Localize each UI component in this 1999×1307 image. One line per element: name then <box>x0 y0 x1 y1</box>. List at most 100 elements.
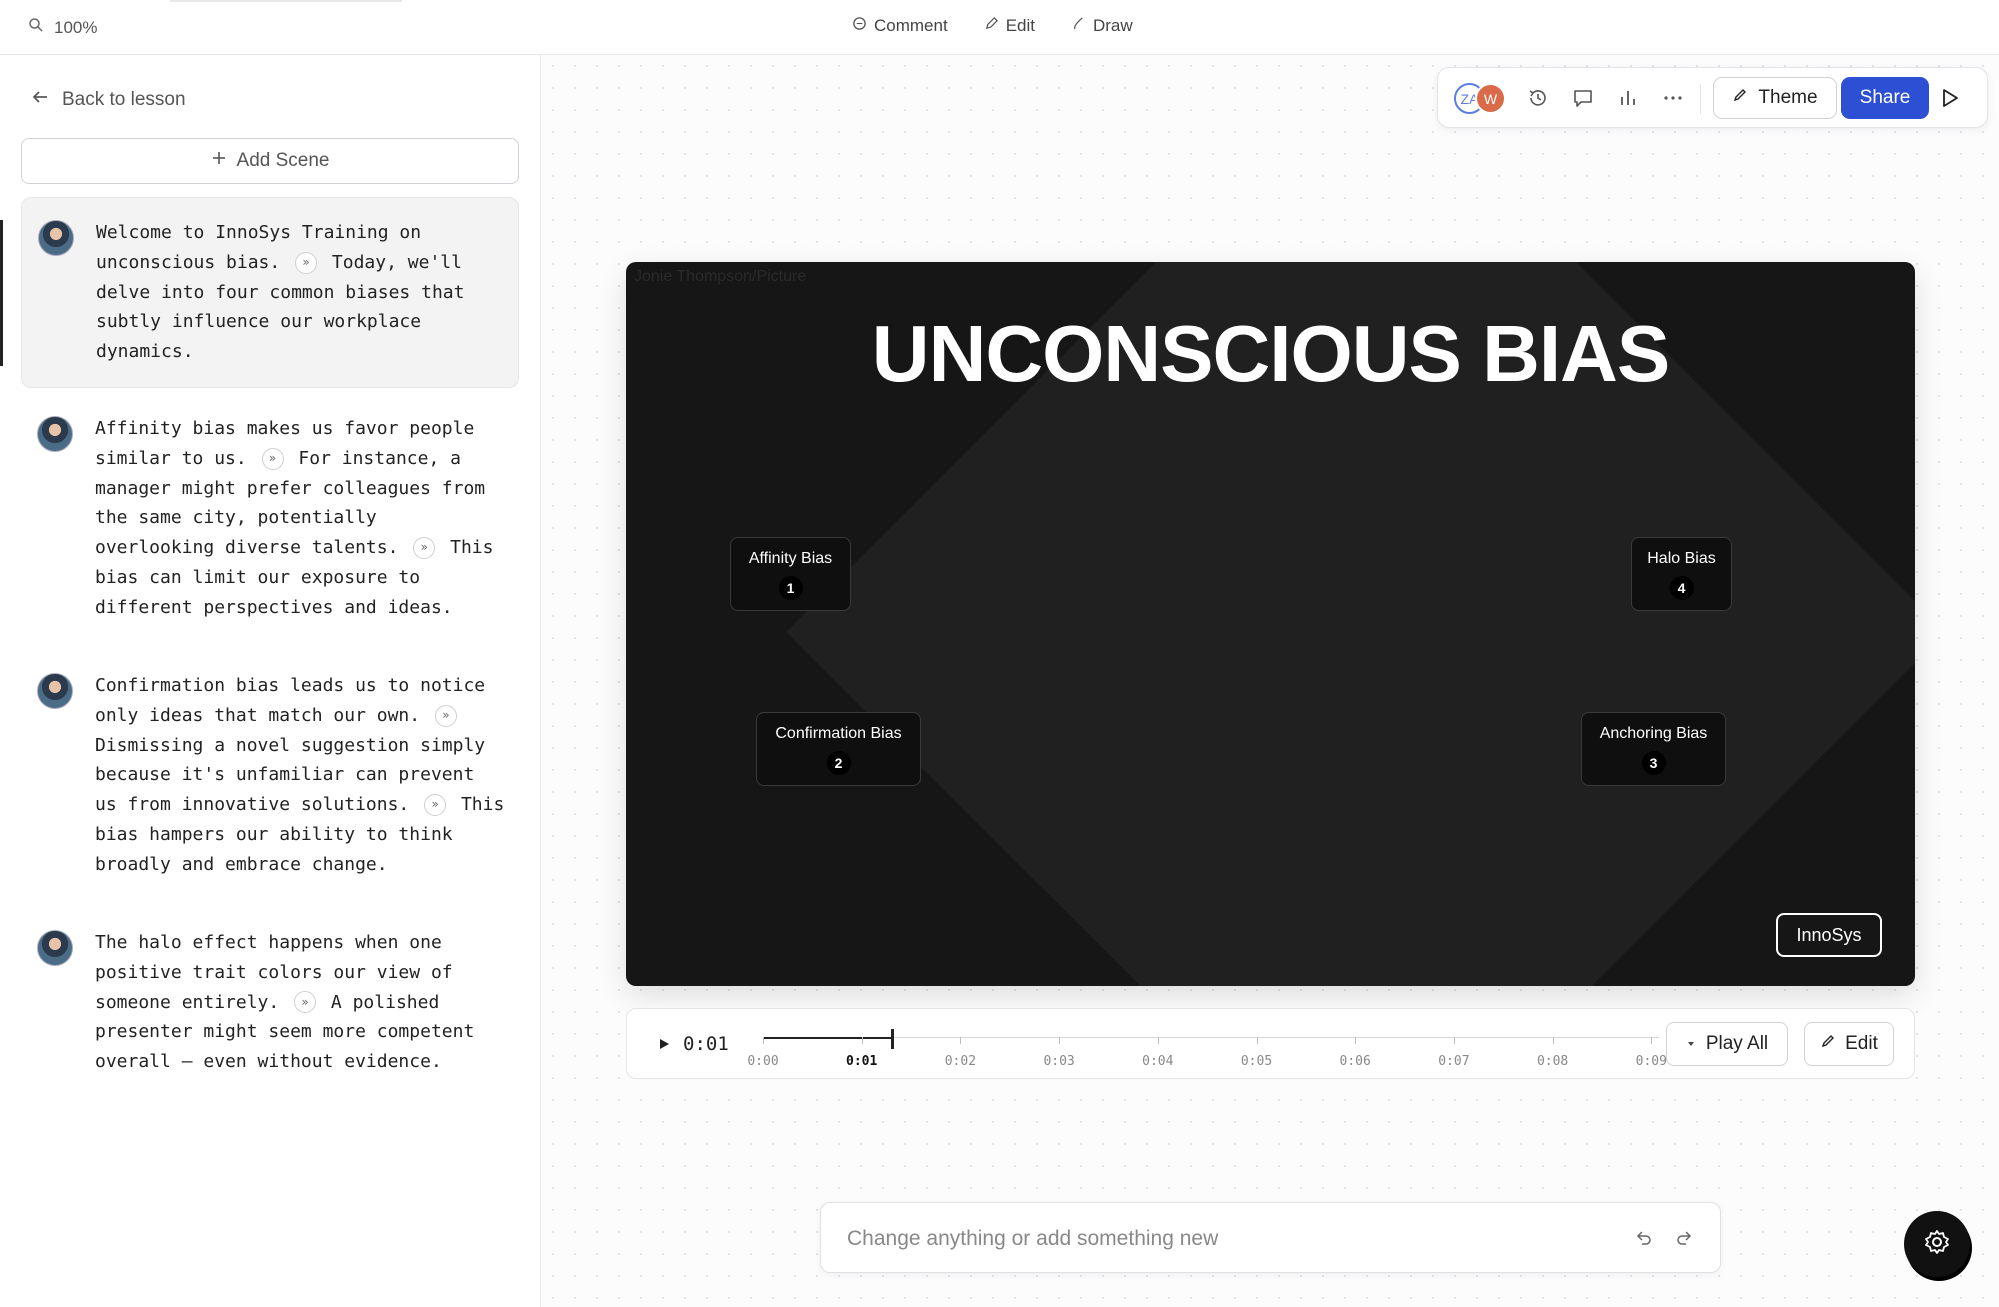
segment-break-icon[interactable]: » <box>413 537 436 560</box>
timeline-scrubber[interactable]: 0:00 0:01 0:02 0:03 0:04 0:05 0:06 0:07 0:08 0:09 <box>747 1029 1667 1077</box>
brush-icon <box>1071 16 1086 36</box>
timeline-tick-label: 0:07 <box>1438 1054 1470 1069</box>
timeline-tick-label: 0:08 <box>1536 1054 1569 1069</box>
timeline-tick-label: 0:09 <box>1635 1054 1667 1069</box>
zoom-level: 100% <box>54 17 98 37</box>
settings-gear-button[interactable] <box>1904 1211 1970 1277</box>
bias-card-label: Confirmation Bias <box>775 725 902 742</box>
bias-card-label: Affinity Bias <box>748 550 833 567</box>
add-scene-label: Add Scene <box>236 150 330 171</box>
scrubber-track <box>763 1037 1659 1038</box>
bias-card-number: 3 <box>1641 751 1666 775</box>
playhead-handle[interactable] <box>891 1029 894 1049</box>
scene-card[interactable]: Welcome to InnoSys Training on unconscio… <box>21 197 519 388</box>
image-credit: Jonie Thompson/Picture <box>634 268 807 285</box>
current-time: 0:01 <box>683 1033 729 1055</box>
brush-icon <box>1732 87 1748 109</box>
play-all-button[interactable]: Play All <box>1666 1022 1788 1066</box>
timeline-tick <box>1651 1037 1653 1044</box>
pencil-icon <box>1820 1033 1836 1055</box>
scene-card[interactable]: Affinity bias makes us favor people simi… <box>21 394 519 643</box>
share-button[interactable]: Share <box>1841 77 1929 119</box>
edit-mode-label: Edit <box>1005 16 1035 35</box>
segment-break-icon[interactable]: » <box>434 704 457 727</box>
scene-text-segment: Confirmation bias leads us to notice onl… <box>95 675 486 726</box>
undo-icon[interactable] <box>1632 1227 1654 1249</box>
add-scene-button[interactable]: Add Scene <box>21 138 519 184</box>
timeline-tick-label: 0:05 <box>1240 1054 1273 1069</box>
plus-icon <box>211 150 227 172</box>
timeline-tick <box>1552 1037 1554 1044</box>
back-to-lesson-link[interactable]: Back to lesson <box>30 87 186 113</box>
timeline-tick <box>960 1037 962 1044</box>
prompt-input[interactable] <box>847 1221 1607 1257</box>
avatar: W <box>1475 83 1506 114</box>
editor-toolbar: ZA W Theme Share <box>1437 67 1988 128</box>
redo-icon[interactable] <box>1674 1227 1696 1249</box>
timeline-tick <box>1355 1037 1357 1044</box>
active-scene-marker <box>0 220 3 366</box>
history-icon[interactable] <box>1526 86 1550 110</box>
timeline-tick-label: 0:01 <box>846 1054 878 1069</box>
narrator-avatar <box>38 220 74 256</box>
segment-break-icon[interactable]: » <box>294 991 317 1014</box>
timeline-edit-button[interactable]: Edit <box>1804 1022 1894 1066</box>
comments-icon[interactable] <box>1571 86 1595 110</box>
brand-badge[interactable]: InnoSys <box>1776 913 1882 957</box>
narrator-avatar <box>37 416 73 452</box>
narrator-avatar <box>37 673 73 709</box>
comment-mode-label: Comment <box>874 16 948 35</box>
timeline-edit-label: Edit <box>1845 1033 1878 1054</box>
timeline-tick <box>763 1037 764 1044</box>
comment-icon <box>852 16 867 36</box>
timeline-tick <box>1453 1037 1455 1044</box>
segment-break-icon[interactable]: » <box>295 251 318 274</box>
present-play-icon[interactable] <box>1938 85 1962 111</box>
slide-title[interactable]: UNCONSCIOUS BIAS <box>626 308 1915 400</box>
play-icon[interactable] <box>657 1036 671 1052</box>
segment-break-icon[interactable]: » <box>424 794 447 817</box>
back-to-lesson-label: Back to lesson <box>62 89 186 110</box>
timeline-tick-label: 0:06 <box>1339 1054 1371 1069</box>
timeline-tick-label: 0:02 <box>944 1054 977 1069</box>
scene-card[interactable]: Confirmation bias leads us to notice onl… <box>21 651 519 900</box>
analytics-icon[interactable] <box>1616 86 1640 110</box>
scrubber-progress <box>763 1037 893 1039</box>
ai-prompt-bar <box>820 1202 1721 1273</box>
scene-sidebar: Back to lesson Add Scene Welcome to Inno… <box>0 55 541 1307</box>
magnifier-icon <box>28 17 44 38</box>
bias-card-label: Anchoring Bias <box>1599 725 1708 742</box>
scene-card[interactable]: The halo effect happens when one positiv… <box>21 908 519 1097</box>
loading-strip <box>170 0 402 2</box>
chevron-down-icon <box>1686 1033 1696 1055</box>
mode-switcher: Comment Edit Draw <box>852 16 1133 36</box>
bias-card[interactable]: Anchoring Bias 3 <box>1581 712 1726 786</box>
top-bar: 100% Comment Edit Draw <box>0 0 1999 55</box>
theme-button[interactable]: Theme <box>1713 77 1837 119</box>
collaborator-avatars[interactable]: ZA W <box>1454 83 1514 115</box>
segment-break-icon[interactable]: » <box>261 447 284 470</box>
timeline-bar: 0:01 0:00 0:01 0:02 0:03 0:04 0:05 0:06 0:07 0:0… <box>626 1008 1915 1079</box>
bias-card[interactable]: Confirmation Bias 2 <box>756 712 921 786</box>
slide-preview[interactable]: Jonie Thompson/Picture UNCONSCIOUS BIAS … <box>626 262 1915 986</box>
more-options-icon[interactable] <box>1661 86 1685 110</box>
zoom-control[interactable]: 100% <box>28 17 97 38</box>
toolbar-divider <box>1700 84 1701 114</box>
bias-card-label: Halo Bias <box>1647 550 1716 567</box>
bias-card-number: 1 <box>778 576 803 600</box>
arrow-left-icon <box>30 87 50 113</box>
bias-card[interactable]: Affinity Bias 1 <box>730 537 851 611</box>
bias-card[interactable]: Halo Bias 4 <box>1631 537 1732 611</box>
draw-mode-label: Draw <box>1092 16 1133 35</box>
timeline-tick <box>1256 1037 1258 1044</box>
timeline-tick <box>861 1037 863 1044</box>
bias-card-number: 4 <box>1669 576 1694 600</box>
timeline-tick-label: 0:03 <box>1043 1054 1075 1069</box>
comment-mode-button[interactable]: Comment <box>852 16 948 36</box>
play-all-label: Play All <box>1705 1033 1769 1054</box>
draw-mode-button[interactable]: Draw <box>1071 16 1133 36</box>
theme-label: Theme <box>1758 87 1818 108</box>
edit-mode-button[interactable]: Edit <box>984 16 1035 36</box>
timeline-tick-label: 0:04 <box>1142 1054 1174 1069</box>
narrator-avatar <box>37 930 73 966</box>
